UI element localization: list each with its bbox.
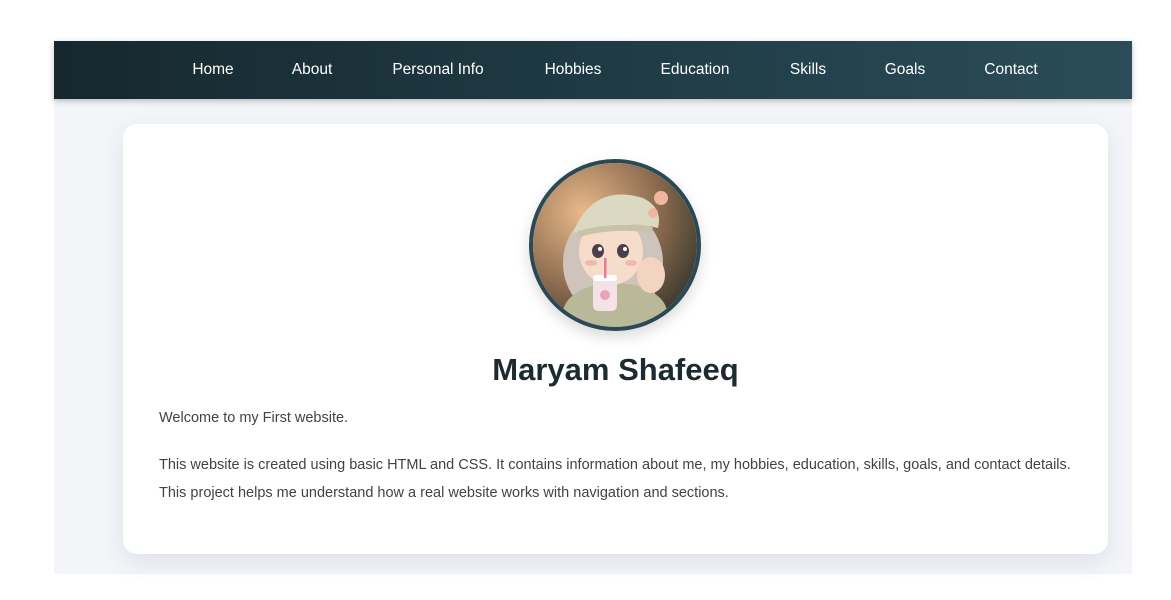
description-text: This website is created using basic HTML… [159,457,1071,501]
nav-item-personal-info[interactable]: Personal Info [392,41,483,99]
profile-name: Maryam Shafeeq [492,352,739,387]
navbar: Home About Personal Info Hobbies Educati… [54,41,1132,99]
nav-item-goals[interactable]: Goals [885,41,926,99]
nav-item-about[interactable]: About [292,41,333,99]
page-background: Home About Personal Info Hobbies Educati… [54,41,1132,574]
welcome-text: Welcome to my First website. [159,410,349,426]
nav-item-contact[interactable]: Contact [984,41,1037,99]
nav-item-education[interactable]: Education [661,41,730,99]
nav-item-hobbies[interactable]: Hobbies [545,41,602,99]
profile-card: Maryam Shafeeq Welcome to my First websi… [123,124,1108,554]
profile-photo-icon [529,159,701,331]
nav-item-skills[interactable]: Skills [790,41,826,99]
nav-item-home[interactable]: Home [192,41,233,99]
